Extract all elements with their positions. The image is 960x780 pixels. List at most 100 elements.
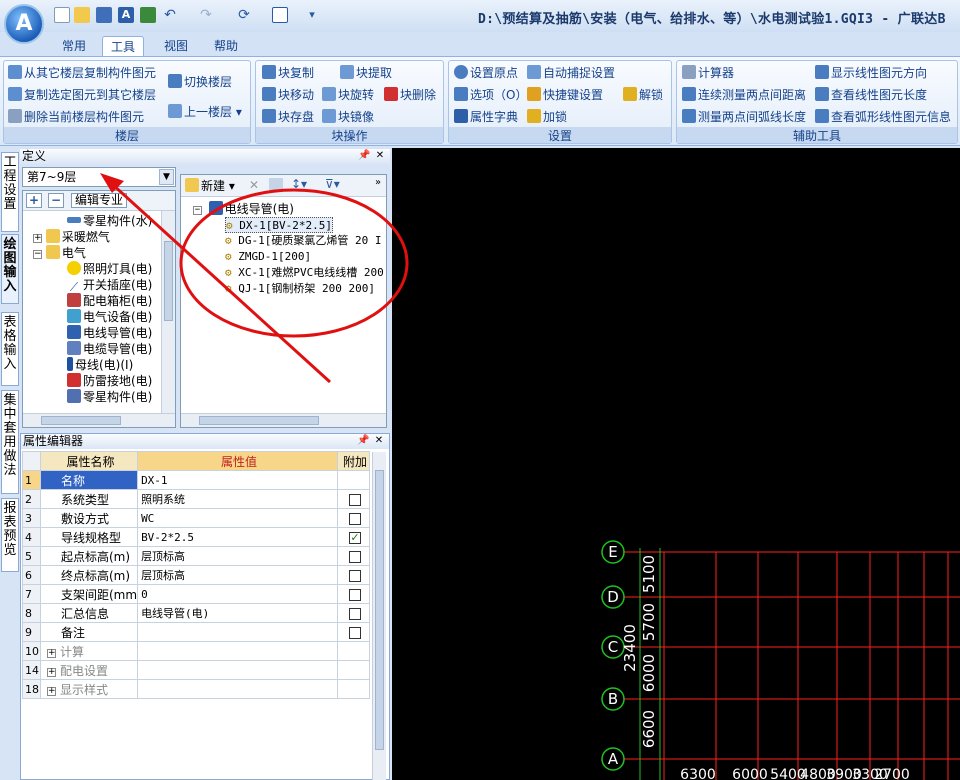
block-store-button[interactable]: 块存盘 [262,108,314,126]
prev-floor-button[interactable]: 上一楼层 ▾ [168,103,242,121]
tab-help[interactable]: 帮助 [206,36,246,56]
scroll-thumb[interactable] [375,470,384,750]
property-value[interactable] [137,622,338,642]
collapse-all-icon[interactable]: − [48,193,64,208]
property-row[interactable]: 4 导线规格型 BV-2*2.5 ✓ [22,527,370,547]
expand-icon[interactable]: + [33,234,42,243]
property-row[interactable]: 6 终点标高(m) 层顶标高 [22,565,370,585]
floor-select[interactable]: 第7~9层 ▼ [22,167,176,187]
scroll-thumb[interactable] [164,241,173,321]
component-item[interactable]: ⚙ DG-1[硬质聚氯乙烯管 20 I [225,233,381,249]
attach-checkbox[interactable] [349,550,361,563]
block-move-button[interactable]: 块移动 [262,86,314,104]
component-item[interactable]: ⚙ QJ-1[钢制桥架 200 200] [225,281,375,297]
more-icon[interactable]: » [375,177,381,188]
tree-item-electrical-equipment[interactable]: 电气设备(电) [67,309,152,325]
property-value[interactable]: 层顶标高 [137,546,338,566]
delete-floor-components-button[interactable]: 删除当前楼层构件图元 [8,108,144,126]
expand-icon[interactable]: + [47,686,56,696]
attach-checkbox[interactable] [349,588,361,601]
pin-icon[interactable]: 📌 [358,150,370,161]
property-row[interactable]: 18 + 显示样式 [22,679,370,699]
redo-icon[interactable]: ↷ [198,7,214,23]
calculator-button[interactable]: 计算器 [682,64,734,82]
set-origin-button[interactable]: 设置原点 [454,64,518,82]
attach-checkbox[interactable] [349,512,361,525]
measure-continuous-button[interactable]: 连续测量两点间距离 [682,86,806,104]
tree-item-lighting[interactable]: 照明灯具(电) [67,261,152,277]
property-value[interactable]: 0 [137,584,338,604]
expand-icon[interactable]: + [47,648,56,658]
refresh-icon[interactable]: ⟳ [236,7,252,23]
tab-common[interactable]: 常用 [54,36,94,56]
tab-table-input[interactable]: 表格输入 [1,312,19,386]
new-file-icon[interactable] [54,7,70,23]
options-button[interactable]: 选项（O） [454,86,527,104]
property-vertical-scrollbar[interactable] [372,452,386,780]
edit-specialty-button[interactable]: 编辑专业 [71,193,128,208]
app-menu-button[interactable]: A [4,4,44,44]
auto-snap-button[interactable]: 自动捕捉设置 [527,64,615,82]
block-mirror-button[interactable]: 块镜像 [322,108,374,126]
scroll-thumb[interactable] [199,416,319,425]
lock-button[interactable]: 加锁 [527,108,567,126]
component-item[interactable]: ⚙ XC-1[难燃PVC电线线槽 200 [225,265,384,281]
component-item[interactable]: ⚙ DX-1[BV-2*2.5] [225,217,333,233]
tree-item-lightning-grounding[interactable]: 防雷接地(电) [67,373,152,389]
attach-checkbox[interactable] [349,493,361,506]
customize-quickaccess-icon[interactable]: ▾ [304,7,320,23]
scroll-thumb[interactable] [41,416,121,425]
property-row[interactable]: 2 系统类型 照明系统 [22,489,370,509]
delete-component-icon[interactable]: ✕ [249,178,259,192]
block-delete-button[interactable]: 块删除 [384,86,436,104]
property-value[interactable]: 层顶标高 [137,565,338,585]
show-line-direction-button[interactable]: 显示线性图元方向 [815,64,927,82]
tab-tools[interactable]: 工具 [102,36,145,56]
shortcut-settings-button[interactable]: 快捷键设置 [527,86,603,104]
undo-icon[interactable]: ↶ [162,7,178,23]
measure-arc-button[interactable]: 测量两点间弧线长度 [682,108,806,126]
property-row[interactable]: 14 + 配电设置 [22,660,370,680]
copy-from-other-floor-button[interactable]: 从其它楼层复制构件图元 [8,64,156,82]
tab-apply-methods[interactable]: 集中套用做法 [1,390,19,494]
attach-checkbox[interactable]: ✓ [349,531,361,544]
expand-all-icon[interactable]: + [26,193,42,208]
tree-item-misc-electrical[interactable]: 零星构件(电) [67,389,152,405]
window-icon[interactable] [272,7,288,23]
unlock-button[interactable]: 解锁 [623,86,663,104]
block-rotate-button[interactable]: 块旋转 [322,86,374,104]
property-value[interactable]: 照明系统 [137,489,338,509]
property-value[interactable]: 电线导管(电) [137,603,338,623]
property-value[interactable]: WC [137,508,338,528]
copy-component-icon[interactable] [269,178,283,192]
save-icon[interactable] [96,7,112,23]
property-row[interactable]: 8 汇总信息 电线导管(电) [22,603,370,623]
tree-horizontal-scrollbar[interactable] [23,413,175,427]
property-row[interactable]: 7 支架间距(mm 0 [22,584,370,604]
property-value[interactable]: BV-2*2.5 [137,527,338,547]
component-item[interactable]: ⚙ ZMGD-1[200] [225,249,311,265]
property-value[interactable] [137,660,338,680]
property-row[interactable]: 3 敷设方式 WC [22,508,370,528]
tree-item-cable-conduit[interactable]: 电缆导管(电) [67,341,152,357]
tree-item-wire-conduit[interactable]: 电线导管(电) [67,325,152,341]
close-icon[interactable]: ✕ [374,150,386,161]
sort-icon[interactable]: ↕▾ [291,177,307,191]
copy-selected-to-floor-button[interactable]: 复制选定图元到其它楼层 [8,86,156,104]
pin-icon[interactable]: 📌 [357,435,369,446]
collapse-icon[interactable]: − [33,250,42,259]
attach-checkbox[interactable] [349,569,361,582]
tree-item-misc-water[interactable]: 零星构件(水) [67,213,152,229]
block-copy-button[interactable]: 块复制 [262,64,314,82]
tree-item-electrical[interactable]: − 电气 [33,245,86,261]
tree-item-distribution-box[interactable]: 配电箱柜(电) [67,293,152,309]
property-row[interactable]: 5 起点标高(m) 层顶标高 [22,546,370,566]
view-line-length-button[interactable]: 查看线性图元长度 [815,86,927,104]
view-arc-info-button[interactable]: 查看弧形线性图元信息 [815,108,951,126]
tab-view[interactable]: 视图 [156,36,196,56]
cad-drawing[interactable]: EDCBA 5100570060006600234006300 6000 54004… [392,148,960,780]
property-row[interactable]: 9 备注 [22,622,370,642]
tree-vertical-scrollbar[interactable] [161,211,175,413]
chevron-down-icon[interactable]: ▼ [159,169,174,185]
property-row[interactable]: 1 名称 DX-1 [22,470,370,490]
